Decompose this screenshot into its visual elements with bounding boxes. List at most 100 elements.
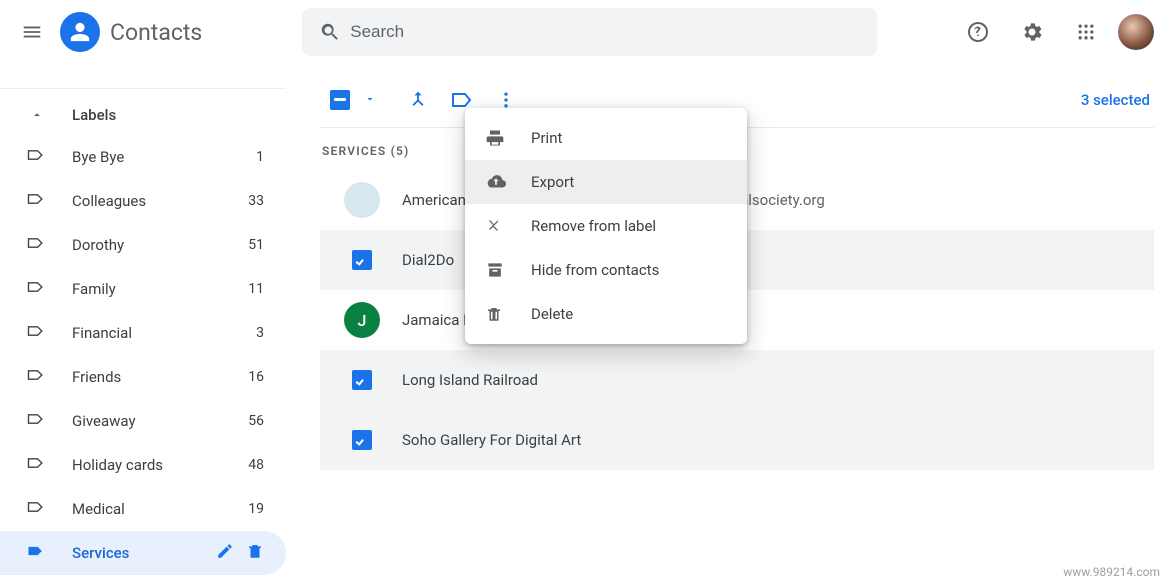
row-checkbox[interactable] — [342, 240, 382, 280]
watermark: www.989214.com — [1063, 565, 1160, 579]
edit-label-button[interactable] — [216, 542, 234, 564]
sidebar-item-label: Family — [72, 280, 248, 298]
sidebar-item-label: Giveaway — [72, 412, 248, 430]
sidebar-item-label: Friends — [72, 368, 248, 386]
gear-icon — [1020, 20, 1044, 44]
trash-icon — [485, 305, 513, 323]
sidebar-item-holiday-cards[interactable]: Holiday cards48 — [0, 443, 286, 487]
sidebar-item-count: 19 — [248, 501, 264, 517]
pencil-icon — [216, 542, 234, 560]
checkbox-checked-icon — [352, 370, 372, 390]
merge-button[interactable] — [396, 78, 440, 122]
settings-button[interactable] — [1010, 10, 1054, 54]
label-icon — [26, 365, 48, 389]
menu-item-label: Delete — [531, 305, 573, 323]
label-icon — [26, 497, 48, 521]
hamburger-icon — [21, 21, 43, 43]
help-button[interactable] — [956, 10, 1000, 54]
sidebar-item-label: Services — [72, 544, 216, 562]
sidebar-item-giveaway[interactable]: Giveaway56 — [0, 399, 286, 443]
contacts-app-icon — [60, 12, 100, 52]
menu-item-hide-from-contacts[interactable]: Hide from contacts — [465, 248, 747, 292]
more-menu: Print Export Remove from label Hide from co… — [465, 108, 747, 344]
search-input[interactable] — [350, 22, 869, 42]
account-avatar[interactable] — [1118, 14, 1154, 50]
sidebar-item-label: Dorothy — [72, 236, 248, 254]
sidebar-item-friends[interactable]: Friends16 — [0, 355, 286, 399]
merge-icon — [407, 89, 429, 111]
label-icon — [26, 453, 48, 477]
sidebar-item-label: Bye Bye — [72, 148, 256, 166]
trash-icon — [246, 542, 264, 560]
apps-button[interactable] — [1064, 10, 1108, 54]
avatar-circle: J — [344, 302, 380, 338]
labels-section-title: Labels — [72, 106, 116, 124]
checkbox-checked-icon — [352, 430, 372, 450]
label-icon — [26, 409, 48, 433]
sidebar-item-label: Financial — [72, 324, 256, 342]
menu-item-label: Remove from label — [531, 217, 656, 235]
brand-title: Contacts — [110, 19, 202, 46]
archive-icon — [485, 260, 513, 280]
help-icon — [966, 20, 990, 44]
menu-item-label: Hide from contacts — [531, 261, 659, 279]
select-dropdown-caret[interactable] — [364, 90, 376, 109]
contact-avatar[interactable]: J — [342, 300, 382, 340]
contact-name: Long Island Railroad — [402, 371, 722, 389]
sidebar-item-services[interactable]: Services — [0, 531, 286, 575]
menu-item-label: Export — [531, 173, 574, 191]
label-icon — [26, 189, 48, 213]
search-icon — [310, 12, 350, 52]
menu-item-delete[interactable]: Delete — [465, 292, 747, 336]
close-icon — [485, 217, 513, 235]
select-checkbox-indeterminate-icon — [330, 90, 350, 110]
sidebar-item-count: 3 — [256, 325, 264, 341]
labels-section-toggle[interactable]: Labels — [0, 95, 286, 135]
label-icon — [26, 233, 48, 257]
label-icon — [26, 277, 48, 301]
sidebar-item-bye-bye[interactable]: Bye Bye1 — [0, 135, 286, 179]
sidebar-item-medical[interactable]: Medical19 — [0, 487, 286, 531]
menu-button[interactable] — [8, 8, 56, 56]
sidebar-item-dorothy[interactable]: Dorothy51 — [0, 223, 286, 267]
sidebar-item-colleagues[interactable]: Colleagues33 — [0, 179, 286, 223]
sidebar-item-label: Holiday cards — [72, 456, 248, 474]
sidebar: Labels Bye Bye1Colleagues33Dorothy51Fami… — [0, 64, 286, 583]
sidebar-item-actions — [216, 542, 264, 564]
contact-avatar[interactable] — [342, 180, 382, 220]
content-area: 3 selected SERVICES (5) American Littoto… — [286, 64, 1170, 583]
delete-label-button[interactable] — [246, 542, 264, 564]
print-icon — [485, 128, 513, 148]
menu-item-export[interactable]: Export — [465, 160, 747, 204]
brand: Contacts — [60, 12, 202, 52]
chevron-up-icon — [26, 108, 48, 122]
sidebar-item-family[interactable]: Family11 — [0, 267, 286, 311]
export-icon — [485, 171, 513, 193]
more-vert-icon — [496, 90, 516, 110]
apps-grid-icon — [1076, 22, 1096, 42]
menu-item-label: Print — [531, 129, 562, 147]
search-bar[interactable] — [302, 8, 877, 56]
label-icon — [26, 541, 48, 565]
sidebar-item-count: 48 — [248, 457, 264, 473]
row-checkbox[interactable] — [342, 420, 382, 460]
avatar-circle — [344, 182, 380, 218]
checkbox-checked-icon — [352, 250, 372, 270]
menu-item-print[interactable]: Print — [465, 116, 747, 160]
menu-item-remove-from-label[interactable]: Remove from label — [465, 204, 747, 248]
sidebar-item-count: 51 — [248, 237, 264, 253]
contact-row[interactable]: Soho Gallery For Digital Art — [320, 410, 1154, 470]
row-checkbox[interactable] — [342, 360, 382, 400]
sidebar-item-count: 56 — [248, 413, 264, 429]
label-icon — [26, 321, 48, 345]
select-dropdown[interactable] — [320, 80, 360, 120]
sidebar-item-count: 33 — [248, 193, 264, 209]
sidebar-item-count: 1 — [256, 149, 264, 165]
selection-count: 3 selected — [1081, 91, 1154, 109]
sidebar-item-count: 16 — [248, 369, 264, 385]
sidebar-item-label: Medical — [72, 500, 248, 518]
contact-row[interactable]: Long Island Railroad — [320, 350, 1154, 410]
sidebar-item-financial[interactable]: Financial3 — [0, 311, 286, 355]
contact-name: Soho Gallery For Digital Art — [402, 431, 722, 449]
label-icon — [26, 145, 48, 169]
